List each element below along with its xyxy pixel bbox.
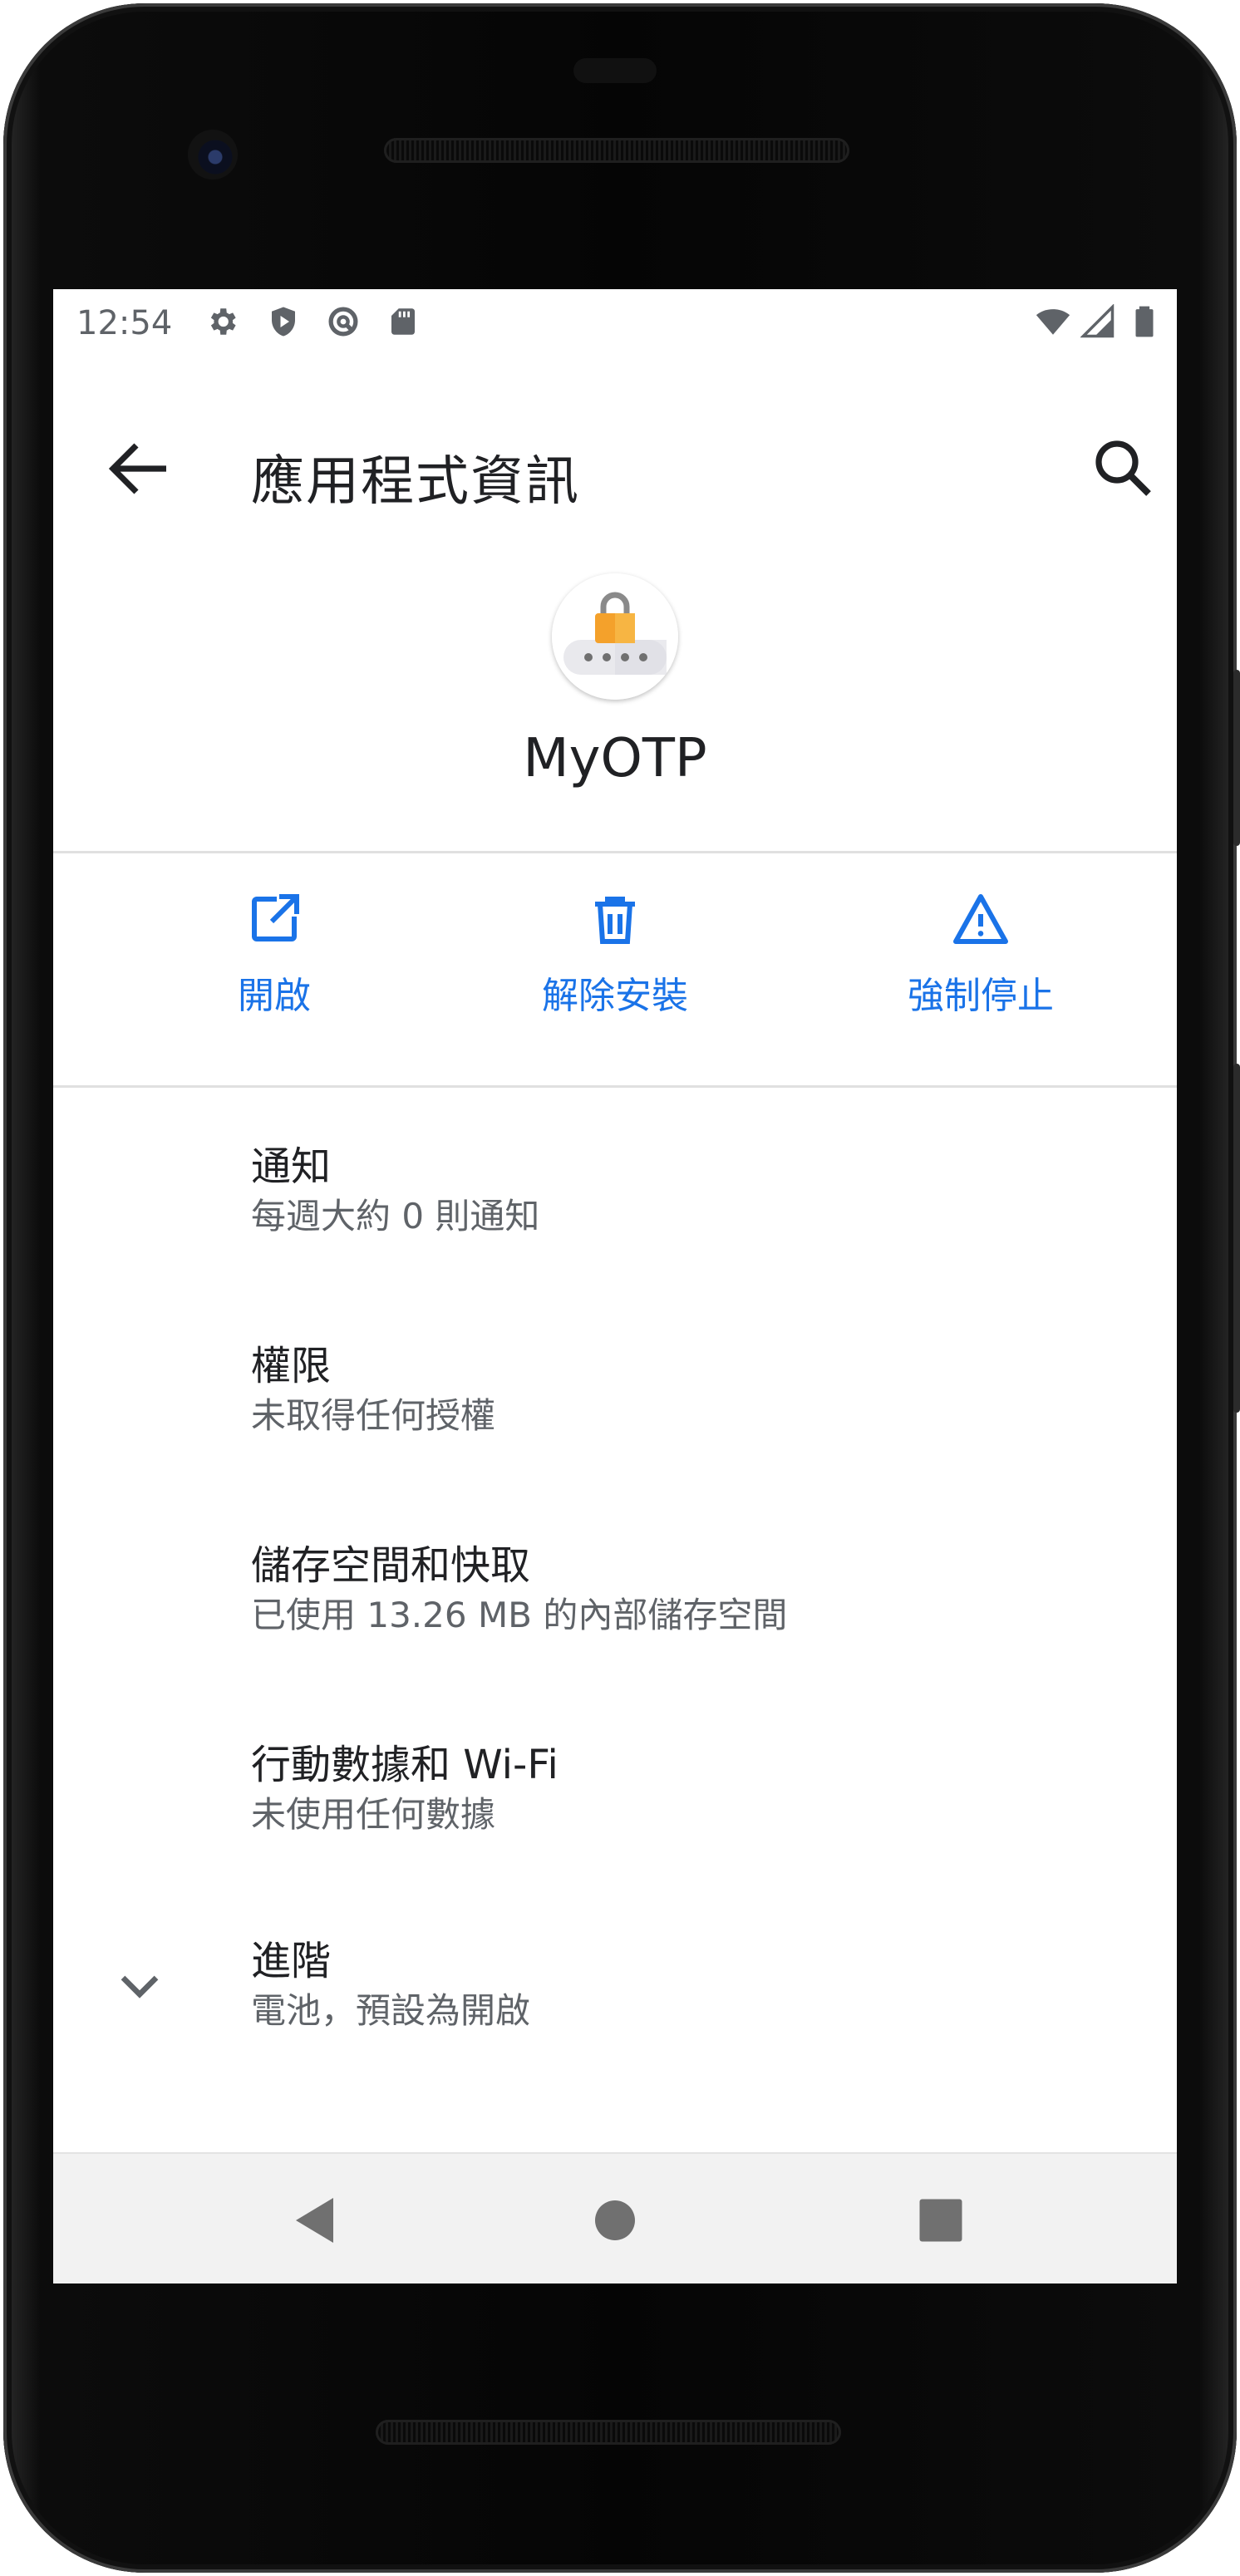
item-title: 儲存空間和快取	[251, 1542, 531, 1589]
force-stop-button[interactable]: 強制停止	[856, 889, 1105, 1039]
arrow-back-icon	[108, 443, 166, 494]
item-summary: 每週大約 0 則通知	[251, 1196, 540, 1236]
open-label: 開啟	[238, 975, 311, 1017]
shield-icon	[272, 307, 295, 337]
status-bar: 12:54	[53, 289, 1177, 356]
sd-card-icon	[391, 308, 415, 335]
item-title: 行動數據和 Wi-Fi	[251, 1742, 558, 1788]
open-external-icon	[252, 894, 299, 941]
screen: 12:54 應用程式資訊 MyOTP 開啟 解除安裝 強制停止 通知 每週大約 …	[53, 289, 1177, 2283]
nav-home-icon[interactable]	[585, 2190, 645, 2250]
item-summary: 電池，預設為開啟	[251, 1990, 531, 2031]
item-title: 進階	[251, 1938, 332, 1984]
mobile-data-item[interactable]: 行動數據和 Wi-Fi 未使用任何數據	[53, 1732, 1177, 1915]
item-title: 通知	[251, 1143, 332, 1190]
front-camera	[188, 130, 238, 179]
wifi-icon	[1036, 309, 1070, 335]
app-icon	[552, 573, 678, 700]
uninstall-label: 解除安裝	[542, 975, 688, 1017]
divider-top	[53, 851, 1177, 853]
warning-icon	[953, 894, 1008, 944]
storage-item[interactable]: 儲存空間和快取 已使用 13.26 MB 的內部儲存空間	[53, 1532, 1177, 1715]
page-title: 應用程式資訊	[251, 451, 580, 513]
nav-recents-icon[interactable]	[911, 2190, 971, 2250]
toolbar: 應用程式資訊	[53, 356, 1177, 522]
search-icon	[1095, 440, 1151, 496]
item-summary: 未使用任何數據	[251, 1794, 496, 1835]
nav-back-icon[interactable]	[286, 2190, 346, 2250]
trash-icon	[595, 897, 635, 944]
top-speaker	[384, 138, 849, 163]
permissions-item[interactable]: 權限 未取得任何授權	[53, 1333, 1177, 1516]
notifications-item[interactable]: 通知 每週大約 0 則通知	[53, 1133, 1177, 1316]
lock-icon	[552, 573, 678, 700]
advanced-item[interactable]: 進階 電池，預設為開啟	[53, 1928, 1177, 2111]
power-button	[1233, 670, 1240, 846]
volume-button	[1233, 1064, 1240, 1413]
open-button[interactable]: 開啟	[150, 889, 399, 1039]
search-button[interactable]	[1084, 429, 1164, 509]
navigation-bar	[53, 2152, 1177, 2283]
uninstall-button[interactable]: 解除安裝	[490, 889, 740, 1039]
chevron-down-icon	[121, 1975, 159, 1998]
divider-actions	[53, 1085, 1177, 1088]
data-saver-icon	[328, 307, 358, 337]
status-time: 12:54	[76, 304, 173, 342]
force-stop-label: 強制停止	[908, 975, 1054, 1017]
settings-icon	[210, 308, 236, 335]
item-summary: 未取得任何授權	[251, 1395, 496, 1436]
back-button[interactable]	[100, 429, 180, 509]
battery-icon	[1135, 306, 1154, 337]
app-name: MyOTP	[523, 728, 707, 789]
bottom-speaker	[376, 2420, 841, 2445]
item-summary: 已使用 13.26 MB 的內部儲存空間	[251, 1595, 788, 1635]
proximity-sensor	[573, 58, 657, 83]
item-title: 權限	[251, 1343, 332, 1389]
cell-signal-icon	[1080, 304, 1115, 338]
phone-frame: 12:54 應用程式資訊 MyOTP 開啟 解除安裝 強制停止 通知 每週大約 …	[0, 0, 1240, 2576]
